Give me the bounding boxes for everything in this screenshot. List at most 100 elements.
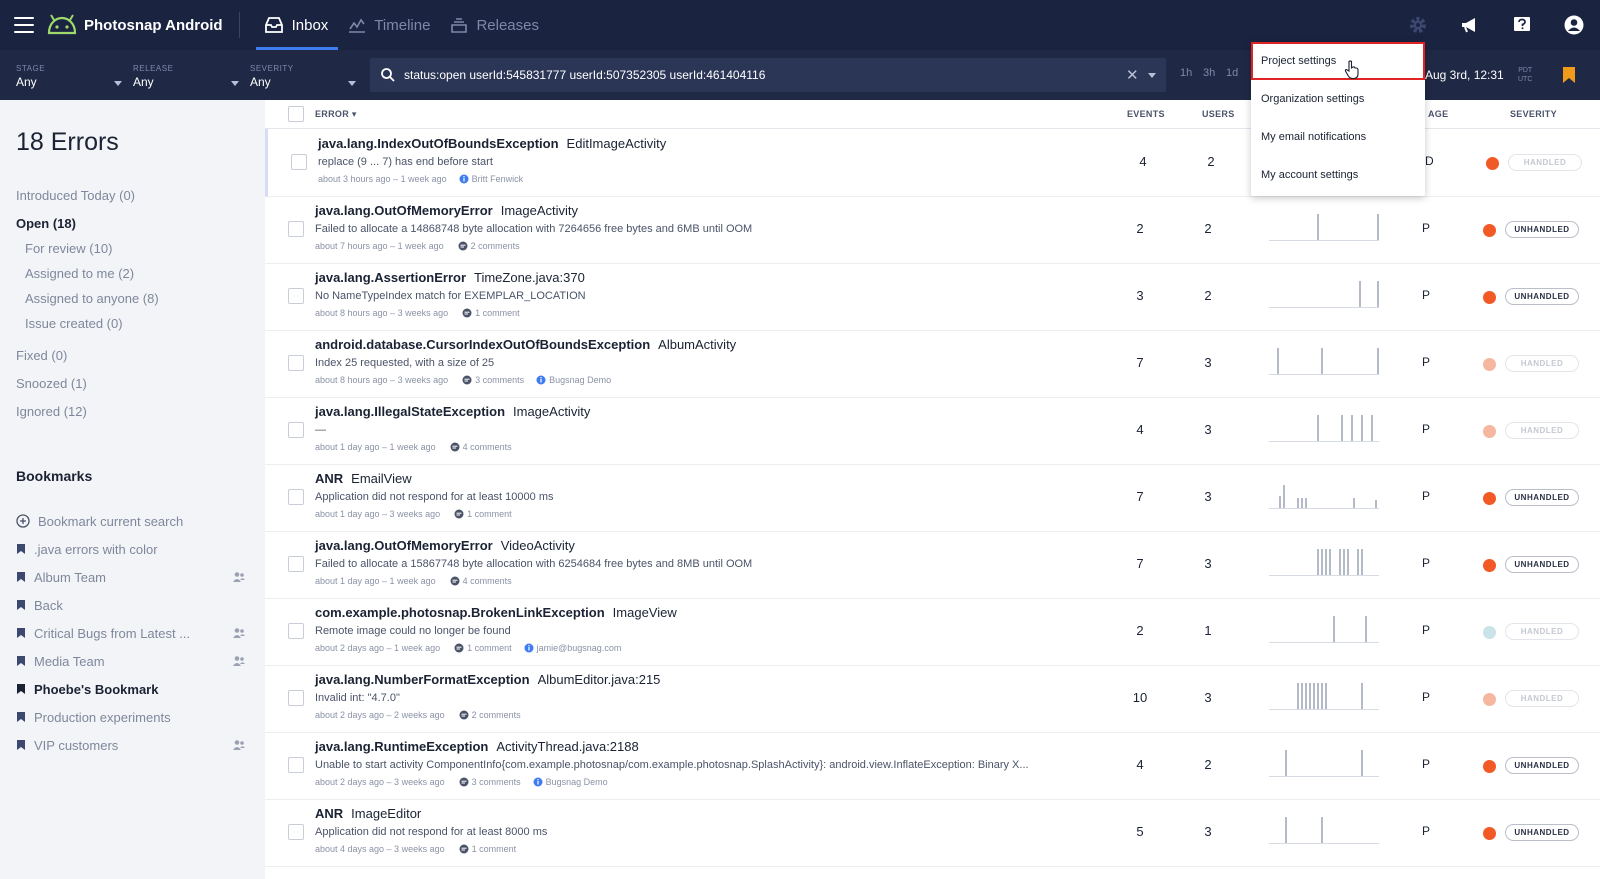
- severity-filter[interactable]: SEVERITY Any: [250, 64, 360, 89]
- menu-icon[interactable]: [14, 17, 34, 33]
- error-class[interactable]: android.database.CursorIndexOutOfBoundsE…: [315, 337, 650, 352]
- filter-ignored[interactable]: Ignored (12): [16, 404, 87, 419]
- time-range-1d[interactable]: 1d: [1226, 67, 1238, 79]
- stage-column-header[interactable]: AGE: [1428, 109, 1448, 119]
- sparkline-bar: [1359, 281, 1361, 307]
- event-sparkline: [1269, 348, 1379, 375]
- table-row[interactable]: java.lang.AssertionError TimeZone.java:37…: [265, 263, 1600, 331]
- table-row[interactable]: ANR EmailView Application did not respond …: [265, 464, 1600, 532]
- comments-link[interactable]: 2 comments: [459, 710, 521, 720]
- assignee[interactable]: Bugsnag Demo: [533, 777, 608, 787]
- bookmark-media-team[interactable]: Media Team: [16, 652, 246, 670]
- filter-assigned-to-anyone[interactable]: Assigned to anyone (8): [25, 291, 159, 306]
- error-class[interactable]: java.lang.AssertionError: [315, 270, 466, 285]
- row-checkbox[interactable]: [288, 221, 304, 237]
- comments-link[interactable]: 4 comments: [450, 442, 512, 452]
- row-checkbox[interactable]: [288, 288, 304, 304]
- comments-link[interactable]: 2 comments: [458, 241, 520, 251]
- row-checkbox[interactable]: [288, 489, 304, 505]
- comments-link[interactable]: 1 comment: [454, 643, 512, 653]
- account-settings-menu-item[interactable]: My account settings: [1251, 156, 1425, 194]
- row-checkbox[interactable]: [288, 690, 304, 706]
- filter-introduced-today[interactable]: Introduced Today (0): [16, 188, 135, 203]
- table-row[interactable]: java.lang.RuntimeException ActivityThread…: [265, 732, 1600, 800]
- row-checkbox[interactable]: [291, 154, 307, 170]
- users-column-header[interactable]: USERS: [1202, 109, 1235, 119]
- clear-search-icon[interactable]: ✕: [1126, 66, 1139, 84]
- row-checkbox[interactable]: [288, 355, 304, 371]
- tab-timeline[interactable]: Timeline: [338, 0, 440, 50]
- assignee[interactable]: jamie@bugsnag.com: [524, 643, 621, 653]
- error-column-header[interactable]: ERROR ▾: [315, 109, 357, 120]
- shared-team-icon: [233, 572, 245, 582]
- error-class[interactable]: java.lang.NumberFormatException: [315, 672, 530, 687]
- assignee[interactable]: Britt Fenwick: [459, 174, 523, 184]
- chevron-down-icon: [114, 81, 122, 86]
- severity-dot: [1483, 626, 1496, 639]
- comments-link[interactable]: 4 comments: [450, 576, 512, 586]
- bookmark-current-search-button[interactable]: Bookmark current search: [16, 512, 246, 530]
- organization-settings-menu-item[interactable]: Organization settings: [1251, 80, 1425, 118]
- select-all-checkbox[interactable]: [288, 106, 304, 122]
- account-avatar-icon[interactable]: [1548, 0, 1600, 50]
- search-options-chevron-icon[interactable]: [1148, 73, 1156, 78]
- table-row[interactable]: android.database.CursorIndexOutOfBoundsE…: [265, 330, 1600, 398]
- assignee[interactable]: Bugsnag Demo: [536, 375, 611, 385]
- filter-assigned-to-me[interactable]: Assigned to me (2): [25, 266, 134, 281]
- time-range-1h[interactable]: 1h: [1180, 67, 1192, 79]
- error-class[interactable]: java.lang.RuntimeException: [315, 739, 488, 754]
- row-checkbox[interactable]: [288, 824, 304, 840]
- row-checkbox[interactable]: [288, 556, 304, 572]
- table-row[interactable]: java.lang.NumberFormatException AlbumEdit…: [265, 665, 1600, 733]
- announcements-megaphone-icon[interactable]: [1444, 0, 1496, 50]
- search-input[interactable]: [404, 58, 1084, 92]
- project-settings-menu-item[interactable]: Project settings: [1251, 42, 1425, 80]
- bookmark-java-errors[interactable]: .java errors with color: [16, 540, 246, 558]
- release-filter[interactable]: RELEASE Any: [133, 64, 243, 89]
- table-row[interactable]: com.example.photosnap.BrokenLinkExceptio…: [265, 598, 1600, 666]
- error-class[interactable]: java.lang.IndexOutOfBoundsException: [318, 136, 559, 151]
- error-count-title: 18 Errors: [16, 128, 119, 156]
- bookmark-album-team[interactable]: Album Team: [16, 568, 246, 586]
- bookmark-flag-icon[interactable]: [1562, 66, 1576, 84]
- table-row[interactable]: java.lang.IllegalStateException ImageActi…: [265, 397, 1600, 465]
- error-class[interactable]: com.example.photosnap.BrokenLinkExceptio…: [315, 605, 605, 620]
- project-name[interactable]: Photosnap Android: [84, 17, 223, 34]
- bookmark-vip-customers[interactable]: VIP customers: [16, 736, 246, 754]
- stage-filter[interactable]: STAGE Any: [16, 64, 126, 89]
- email-notifications-menu-item[interactable]: My email notifications: [1251, 118, 1425, 156]
- error-message: Unable to start activity ComponentInfo{c…: [315, 759, 1029, 771]
- help-icon[interactable]: [1496, 0, 1548, 50]
- table-row[interactable]: java.lang.OutOfMemoryError VideoActivity F…: [265, 531, 1600, 599]
- comments-link[interactable]: 3 comments: [462, 375, 524, 385]
- tab-releases[interactable]: Releases: [440, 0, 549, 50]
- date-range-picker[interactable]: Aug 3rd, 12:31: [1425, 68, 1504, 82]
- filter-snoozed[interactable]: Snoozed (1): [16, 376, 87, 391]
- bookmark-production-experiments[interactable]: Production experiments: [16, 708, 246, 726]
- table-row[interactable]: ANR ImageEditor Application did not respon…: [265, 799, 1600, 867]
- bookmark-phoebes[interactable]: Phoebe's Bookmark: [16, 680, 246, 698]
- filter-open[interactable]: Open (18): [16, 216, 76, 231]
- comments-link[interactable]: 1 comment: [459, 844, 516, 854]
- row-checkbox[interactable]: [288, 623, 304, 639]
- bookmark-back[interactable]: Back: [16, 596, 246, 614]
- table-row[interactable]: java.lang.OutOfMemoryError ImageActivity F…: [265, 196, 1600, 264]
- filter-issue-created[interactable]: Issue created (0): [25, 316, 123, 331]
- error-class[interactable]: java.lang.OutOfMemoryError: [315, 203, 493, 218]
- bookmark-critical-bugs[interactable]: Critical Bugs from Latest ...: [16, 624, 246, 642]
- severity-column-header[interactable]: SEVERITY: [1510, 109, 1557, 119]
- row-checkbox[interactable]: [288, 757, 304, 773]
- comments-link[interactable]: 3 comments: [459, 777, 521, 787]
- events-column-header[interactable]: EVENTS: [1127, 109, 1165, 119]
- error-class[interactable]: java.lang.OutOfMemoryError: [315, 538, 493, 553]
- error-class[interactable]: ANR: [315, 471, 343, 486]
- error-class[interactable]: java.lang.IllegalStateException: [315, 404, 505, 419]
- filter-for-review[interactable]: For review (10): [25, 241, 112, 256]
- filter-fixed[interactable]: Fixed (0): [16, 348, 67, 363]
- error-class[interactable]: ANR: [315, 806, 343, 821]
- row-checkbox[interactable]: [288, 422, 304, 438]
- comments-link[interactable]: 1 comment: [454, 509, 512, 519]
- tab-inbox[interactable]: Inbox: [254, 0, 339, 50]
- time-range-3h[interactable]: 3h: [1203, 67, 1215, 79]
- comments-link[interactable]: 1 comment: [462, 308, 520, 318]
